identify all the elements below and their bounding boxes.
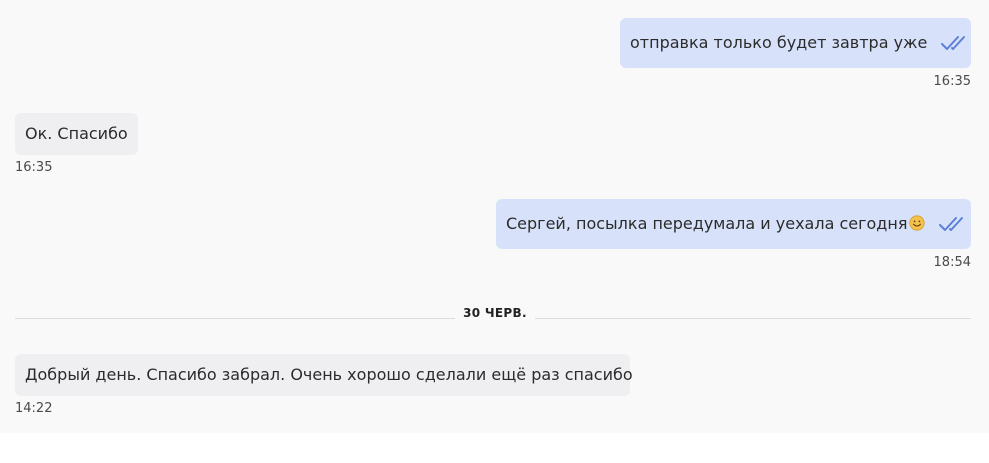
message-time: 16:35	[15, 160, 53, 175]
message-time: 14:22	[15, 401, 53, 416]
message-text: отправка только будет завтра уже	[630, 33, 928, 52]
message-text: Добрый день. Спасибо забрал. Очень хорош…	[25, 365, 633, 384]
date-separator-line-right	[535, 318, 971, 319]
message-text: Сергей, посылка передумала и уехала сего…	[506, 213, 926, 235]
message-bubble-outgoing[interactable]: отправка только будет завтра уже	[620, 18, 971, 68]
message-bubble-outgoing[interactable]: Сергей, посылка передумала и уехала сего…	[496, 199, 971, 249]
date-separator: 30 ЧЕРВ.	[463, 306, 527, 320]
double-check-icon	[939, 217, 964, 231]
double-check-icon	[941, 36, 966, 50]
message-bubble-incoming[interactable]: Добрый день. Спасибо забрал. Очень хорош…	[15, 354, 633, 396]
date-separator-line-left	[15, 318, 455, 319]
message-text: Ок. Спасибо	[25, 124, 128, 143]
message-time: 16:35	[933, 74, 971, 89]
smiling-face-emoji-icon	[909, 215, 926, 231]
message-bubble-incoming[interactable]: Ок. Спасибо	[15, 113, 138, 155]
chat-area: отправка только будет завтра уже 16:35 О…	[0, 0, 989, 433]
message-time: 18:54	[933, 255, 971, 270]
